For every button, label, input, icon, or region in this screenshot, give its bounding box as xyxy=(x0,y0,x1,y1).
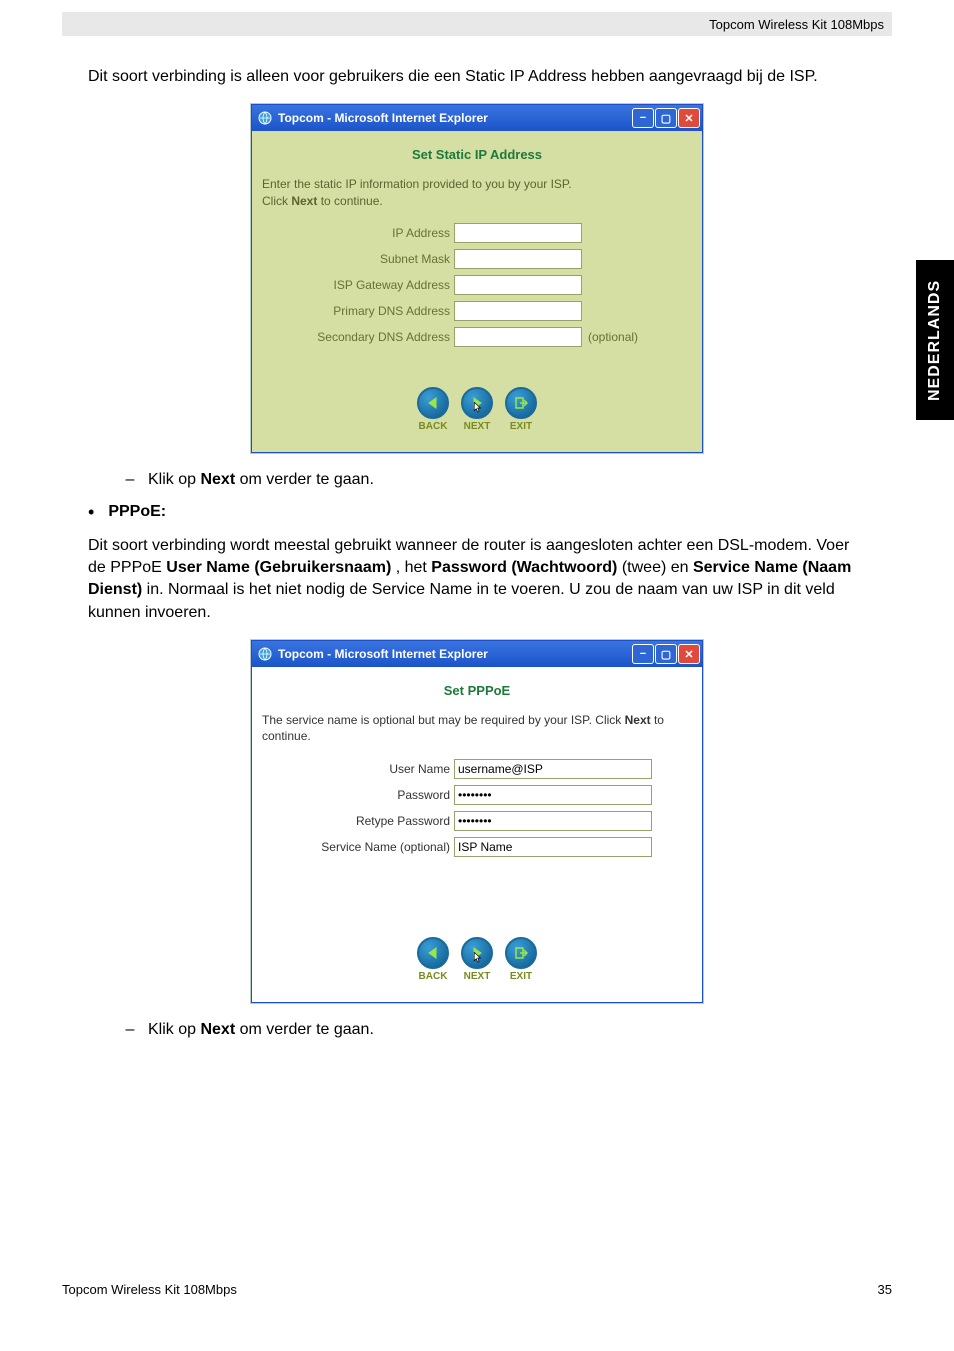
gateway-row: ISP Gateway Address xyxy=(260,275,694,295)
page-number: 35 xyxy=(878,1282,892,1297)
retype-password-row: Retype Password xyxy=(260,811,694,831)
service-input[interactable] xyxy=(454,837,652,857)
instr-pre: Click xyxy=(262,194,291,208)
user-input[interactable] xyxy=(454,759,652,779)
page-footer: Topcom Wireless Kit 108Mbps 35 xyxy=(62,1282,892,1297)
ip-label: IP Address xyxy=(260,226,450,240)
ie-window-pppoe: Topcom - Microsoft Internet Explorer − ▢… xyxy=(251,640,703,1002)
exit-label: EXIT xyxy=(510,971,532,982)
instr-line1: Enter the static IP information provided… xyxy=(262,177,572,191)
click-next-text: Klik op Next om verder te gaan. xyxy=(148,1021,374,1039)
ip-input[interactable] xyxy=(454,223,582,243)
bullet-dot: • xyxy=(88,503,94,523)
page-title: Set PPPoE xyxy=(260,683,694,698)
subnet-label: Subnet Mask xyxy=(260,252,450,266)
subnet-input[interactable] xyxy=(454,249,582,269)
pdns-row: Primary DNS Address xyxy=(260,301,694,321)
gateway-label: ISP Gateway Address xyxy=(260,278,450,292)
window-body: Set Static IP Address Enter the static I… xyxy=(252,131,702,451)
retype-password-input[interactable] xyxy=(454,811,652,831)
back-button[interactable] xyxy=(417,387,449,419)
next-label: NEXT xyxy=(464,421,491,432)
minimize-button[interactable]: − xyxy=(632,644,654,664)
pppoe-section-head: • PPPoE: xyxy=(88,503,866,523)
close-button[interactable]: ✕ xyxy=(678,108,700,128)
back-label: BACK xyxy=(419,971,448,982)
click-next-line-1: – Klik op Next om verder te gaan. xyxy=(124,471,866,489)
close-button[interactable]: ✕ xyxy=(678,644,700,664)
maximize-button[interactable]: ▢ xyxy=(655,108,677,128)
gateway-input[interactable] xyxy=(454,275,582,295)
click-next-line-2: – Klik op Next om verder te gaan. xyxy=(124,1021,866,1039)
ip-row: IP Address xyxy=(260,223,694,243)
optional-label: (optional) xyxy=(588,330,638,344)
service-row: Service Name (optional) xyxy=(260,837,694,857)
header-product: Topcom Wireless Kit 108Mbps xyxy=(709,17,884,32)
cursor-icon xyxy=(471,951,483,965)
password-input[interactable] xyxy=(454,785,652,805)
page-title: Set Static IP Address xyxy=(260,147,694,162)
instruction-text: Enter the static IP information provided… xyxy=(262,176,692,208)
minimize-button[interactable]: − xyxy=(632,108,654,128)
user-row: User Name xyxy=(260,759,694,779)
sdns-label: Secondary DNS Address xyxy=(260,330,450,344)
window-title: Topcom - Microsoft Internet Explorer xyxy=(278,111,626,125)
ie-icon xyxy=(258,111,272,125)
dash: – xyxy=(124,471,136,489)
user-label: User Name xyxy=(260,762,450,776)
instr-b: Next xyxy=(625,713,651,727)
dash: – xyxy=(124,1021,136,1039)
exit-button[interactable] xyxy=(505,937,537,969)
intro-paragraph: Dit soort verbinding is alleen voor gebr… xyxy=(88,66,866,88)
footer-product: Topcom Wireless Kit 108Mbps xyxy=(62,1282,237,1297)
window-title: Topcom - Microsoft Internet Explorer xyxy=(278,647,626,661)
window-body: Set PPPoE The service name is optional b… xyxy=(252,667,702,1001)
back-label: BACK xyxy=(419,421,448,432)
nav-buttons: BACK NEXT EXIT xyxy=(260,387,694,432)
pppoe-heading: PPPoE: xyxy=(108,503,166,521)
page-header: Topcom Wireless Kit 108Mbps xyxy=(62,12,892,36)
ie-window-static: Topcom - Microsoft Internet Explorer − ▢… xyxy=(251,104,703,452)
ie-icon xyxy=(258,647,272,661)
maximize-button[interactable]: ▢ xyxy=(655,644,677,664)
instr-bold: Next xyxy=(291,194,317,208)
back-button[interactable] xyxy=(417,937,449,969)
language-tab-label: NEDERLANDS xyxy=(926,279,944,400)
instr-post: to continue. xyxy=(317,194,382,208)
cursor-icon xyxy=(471,401,483,415)
sdns-input[interactable] xyxy=(454,327,582,347)
pdns-input[interactable] xyxy=(454,301,582,321)
language-tab: NEDERLANDS xyxy=(916,260,954,420)
instr-a: The service name is optional but may be … xyxy=(262,713,625,727)
retype-password-label: Retype Password xyxy=(260,814,450,828)
instruction-text: The service name is optional but may be … xyxy=(262,712,692,744)
click-next-text: Klik op Next om verder te gaan. xyxy=(148,471,374,489)
next-label: NEXT xyxy=(464,971,491,982)
sdns-row: Secondary DNS Address (optional) xyxy=(260,327,694,347)
exit-label: EXIT xyxy=(510,421,532,432)
password-label: Password xyxy=(260,788,450,802)
password-row: Password xyxy=(260,785,694,805)
exit-button[interactable] xyxy=(505,387,537,419)
window-titlebar: Topcom - Microsoft Internet Explorer − ▢… xyxy=(252,105,702,131)
service-label: Service Name (optional) xyxy=(260,840,450,854)
pppoe-paragraph: Dit soort verbinding wordt meestal gebru… xyxy=(88,535,866,625)
pdns-label: Primary DNS Address xyxy=(260,304,450,318)
nav-buttons: BACK NEXT EXIT xyxy=(260,937,694,982)
window-titlebar: Topcom - Microsoft Internet Explorer − ▢… xyxy=(252,641,702,667)
subnet-row: Subnet Mask xyxy=(260,249,694,269)
